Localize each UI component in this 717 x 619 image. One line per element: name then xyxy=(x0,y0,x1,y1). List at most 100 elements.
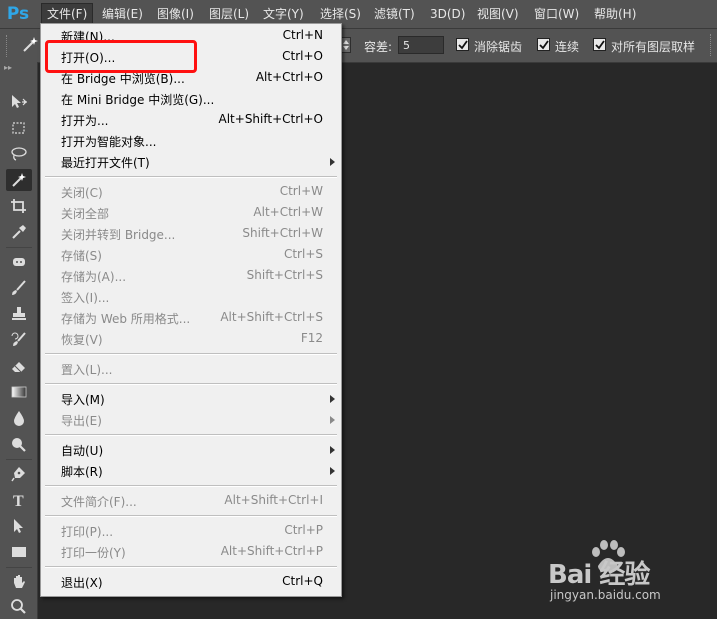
menu-separator xyxy=(45,383,337,385)
menu-item-label: 在 Mini Bridge 中浏览(G)... xyxy=(61,93,215,107)
lasso-tool-icon[interactable] xyxy=(6,143,32,165)
tolerance-label: 容差: xyxy=(364,40,393,54)
toolbar-separator xyxy=(6,459,32,460)
crop-tool-icon[interactable] xyxy=(6,195,32,217)
menu-item-label: 关闭全部 xyxy=(61,207,110,221)
menu-item-shortcut: Ctrl+N xyxy=(282,28,323,42)
file-menu-item[interactable]: 在 Mini Bridge 中浏览(G)... xyxy=(41,89,341,110)
file-menu-item: 关闭全部 Alt+Ctrl+W xyxy=(41,203,341,224)
magic-wand-tool-icon[interactable] xyxy=(6,169,32,191)
eyedropper-tool-icon[interactable] xyxy=(6,221,32,243)
brush-tool-icon[interactable] xyxy=(6,277,32,299)
svg-text:T: T xyxy=(13,493,24,508)
submenu-arrow-icon xyxy=(330,158,335,166)
toolbar-separator xyxy=(6,567,32,568)
menu-separator xyxy=(45,515,337,517)
gradient-tool-icon[interactable] xyxy=(6,381,32,403)
sample-all-layers-label: 对所有图层取样 xyxy=(611,40,696,54)
healing-brush-tool-icon[interactable] xyxy=(6,251,32,273)
pen-tool-icon[interactable] xyxy=(6,463,32,485)
menu-item-shortcut: Ctrl+W xyxy=(279,184,323,198)
menu-edit[interactable]: 编辑(E) xyxy=(97,4,148,24)
hand-tool-icon[interactable] xyxy=(6,571,32,593)
eraser-tool-icon[interactable] xyxy=(6,355,32,377)
menu-window[interactable]: 窗口(W) xyxy=(529,4,584,24)
file-menu-item: 存储为(A)... Shift+Ctrl+S xyxy=(41,266,341,287)
menu-image[interactable]: 图像(I) xyxy=(152,4,199,24)
sample-size-stepper[interactable] xyxy=(341,37,351,53)
menu-item-shortcut: Shift+Ctrl+W xyxy=(242,226,323,240)
menu-item-shortcut: Alt+Ctrl+O xyxy=(255,70,323,84)
baidu-jingyan-watermark: Bai 经验 jingyan.baidu.com xyxy=(548,540,717,610)
blur-tool-icon[interactable] xyxy=(6,407,32,429)
file-menu-item[interactable]: 导入(M) xyxy=(41,389,341,410)
menu-item-label: 签入(I)... xyxy=(61,291,110,305)
file-menu-item[interactable]: 脚本(R) xyxy=(41,461,341,482)
menu-file[interactable]: 文件(F) xyxy=(41,3,94,25)
submenu-arrow-icon xyxy=(330,416,335,424)
submenu-arrow-icon xyxy=(330,446,335,454)
zoom-tool-icon[interactable] xyxy=(6,595,32,617)
file-menu-item: 关闭并转到 Bridge... Shift+Ctrl+W xyxy=(41,224,341,245)
menu-type[interactable]: 文字(Y) xyxy=(258,4,309,24)
type-tool-icon[interactable]: T xyxy=(6,489,32,511)
menu-item-label: 导入(M) xyxy=(61,393,105,407)
menu-3d[interactable]: 3D(D) xyxy=(425,4,470,24)
menu-item-label: 存储为(A)... xyxy=(61,270,127,284)
menu-item-shortcut: F12 xyxy=(300,331,323,345)
antialias-checkbox[interactable] xyxy=(456,38,469,51)
file-menu-item[interactable]: 自动(U) xyxy=(41,440,341,461)
watermark-brand: Bai 经验 xyxy=(548,560,650,590)
sample-all-layers-checkbox[interactable] xyxy=(593,38,606,51)
clone-stamp-tool-icon[interactable] xyxy=(6,303,32,325)
menu-item-label: 关闭(C) xyxy=(61,186,103,200)
file-menu-item: 打印(P)... Ctrl+P xyxy=(41,521,341,542)
file-menu-item[interactable]: 打开为智能对象... xyxy=(41,131,341,152)
menu-item-label: 文件简介(F)... xyxy=(61,495,137,509)
file-menu-item: 打印一份(Y) Alt+Shift+Ctrl+P xyxy=(41,542,341,563)
file-menu-item: 导出(E) xyxy=(41,410,341,431)
menu-separator xyxy=(45,434,337,436)
menu-item-label: 自动(U) xyxy=(61,444,104,458)
file-menu-item[interactable]: 打开为... Alt+Shift+Ctrl+O xyxy=(41,110,341,131)
menu-layer[interactable]: 图层(L) xyxy=(204,4,254,24)
menu-item-shortcut: Alt+Shift+Ctrl+O xyxy=(218,112,323,126)
menu-help[interactable]: 帮助(H) xyxy=(589,4,641,24)
history-brush-tool-icon[interactable] xyxy=(6,329,32,351)
menu-item-shortcut: Alt+Shift+Ctrl+S xyxy=(220,310,323,324)
options-grip xyxy=(6,35,11,57)
file-menu-item: 存储为 Web 所用格式... Alt+Shift+Ctrl+S xyxy=(41,308,341,329)
menu-item-shortcut: Alt+Shift+Ctrl+I xyxy=(224,493,323,507)
menu-item-shortcut: Alt+Shift+Ctrl+P xyxy=(220,544,323,558)
file-menu-dropdown: 新建(N)... Ctrl+N 打开(O)... Ctrl+O 在 Bridge 中浏览… xyxy=(40,23,342,597)
tools-panel: ▸▸ T xyxy=(0,62,38,619)
file-menu-item: 置入(L)... xyxy=(41,359,341,380)
menu-view[interactable]: 视图(V) xyxy=(472,4,524,24)
menu-item-shortcut: Ctrl+S xyxy=(283,247,323,261)
file-menu-item[interactable]: 最近打开文件(T) xyxy=(41,152,341,173)
file-menu-item: 存储(S) Ctrl+S xyxy=(41,245,341,266)
menu-filter[interactable]: 滤镜(T) xyxy=(369,4,420,24)
contiguous-checkbox[interactable] xyxy=(537,38,550,51)
marquee-tool-icon[interactable] xyxy=(6,117,32,139)
submenu-arrow-icon xyxy=(330,395,335,403)
menu-separator xyxy=(45,353,337,355)
submenu-arrow-icon xyxy=(330,467,335,475)
panel-collapse-icon[interactable]: ▸▸ xyxy=(4,64,32,72)
photoshop-logo: Ps xyxy=(6,4,30,24)
rectangle-tool-icon[interactable] xyxy=(6,541,32,563)
file-menu-item[interactable]: 退出(X) Ctrl+Q xyxy=(41,572,341,593)
menu-item-label: 导出(E) xyxy=(61,414,102,428)
path-selection-tool-icon[interactable] xyxy=(6,515,32,537)
menu-item-shortcut: Ctrl+O xyxy=(282,49,323,63)
menu-item-label: 最近打开文件(T) xyxy=(61,156,150,170)
antialias-label: 消除锯齿 xyxy=(474,40,523,54)
menu-select[interactable]: 选择(S) xyxy=(315,4,366,24)
move-tool-icon[interactable] xyxy=(6,91,32,113)
magic-wand-preset-icon[interactable] xyxy=(20,35,40,58)
file-menu-item: 恢复(V) F12 xyxy=(41,329,341,350)
menu-item-label: 脚本(R) xyxy=(61,465,103,479)
menu-item-label: 存储为 Web 所用格式... xyxy=(61,312,191,326)
dodge-tool-icon[interactable] xyxy=(6,433,32,455)
tolerance-input[interactable]: 5 xyxy=(398,36,444,54)
